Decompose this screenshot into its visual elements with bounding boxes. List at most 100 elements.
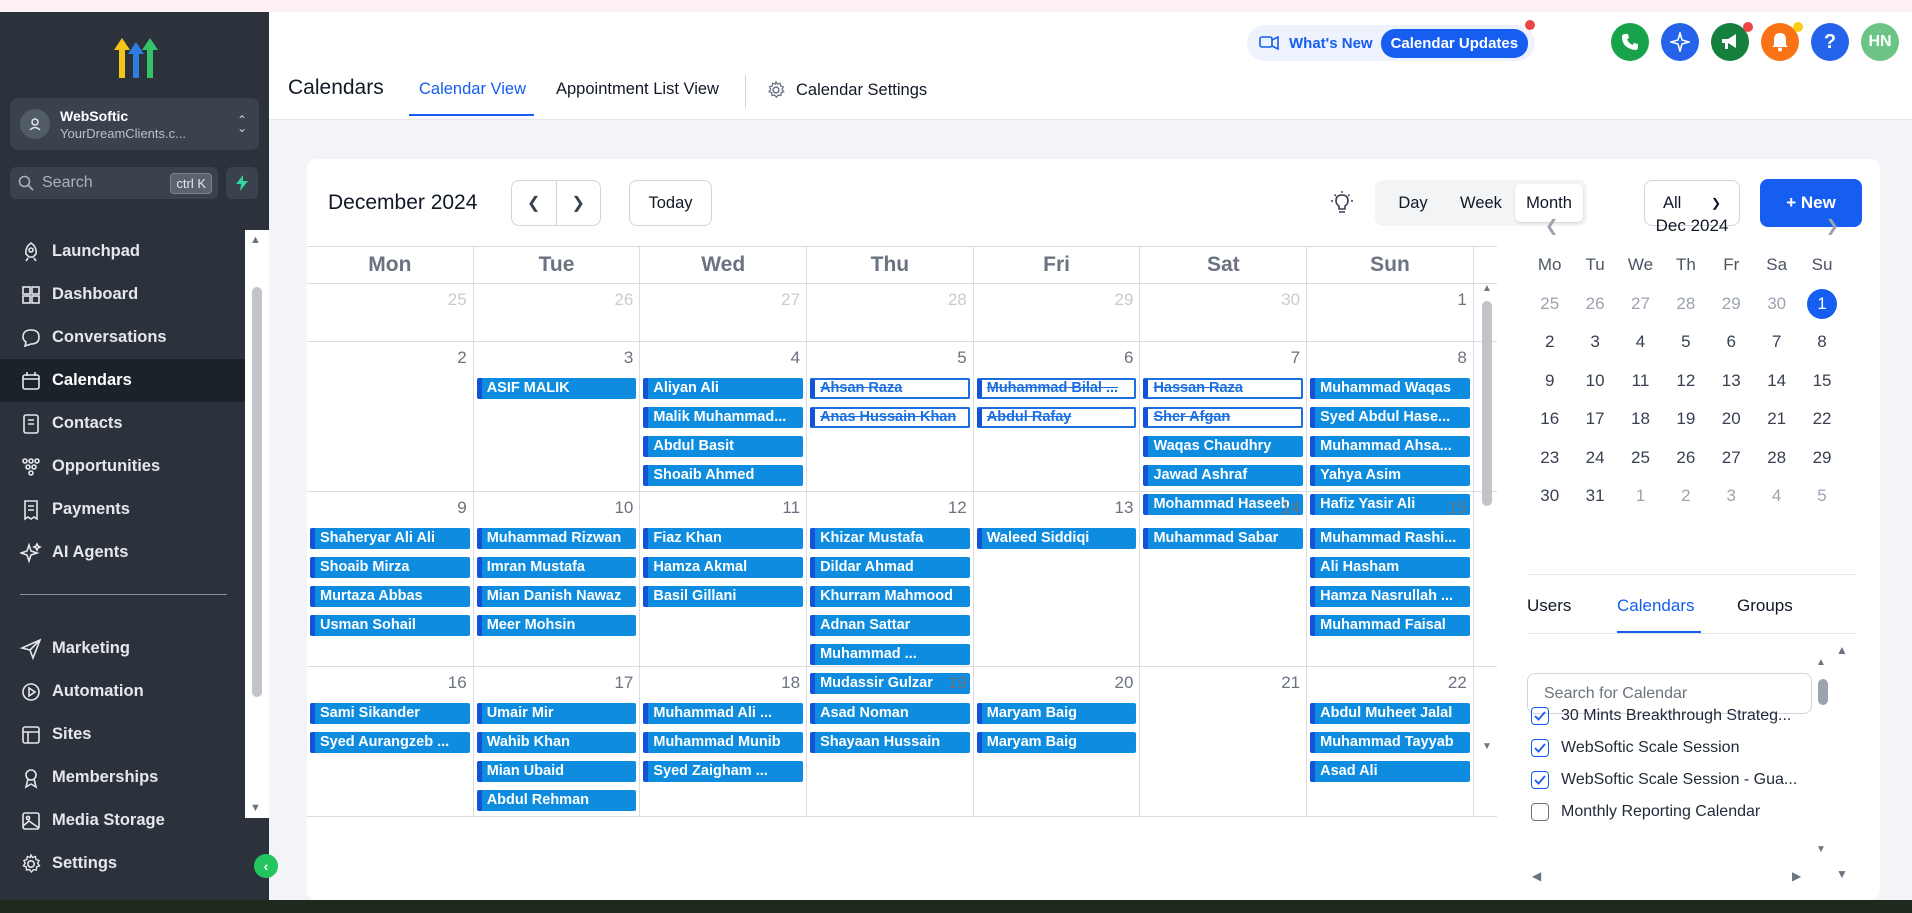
quick-action-button[interactable] bbox=[226, 167, 258, 199]
calendar-filter-item[interactable]: WebSoftic Scale Session - Gua... bbox=[1531, 771, 1797, 789]
view-week-button[interactable]: Week bbox=[1447, 184, 1515, 222]
cancelled-event[interactable]: Muhammad Bilal ... bbox=[976, 378, 1137, 399]
event-chip[interactable]: Adnan Sattar bbox=[810, 615, 970, 636]
event-chip[interactable]: Muhammad ... bbox=[810, 644, 970, 665]
event-chip[interactable]: Khizar Mustafa bbox=[810, 528, 970, 549]
sidebar-item-marketing[interactable]: Marketing bbox=[0, 627, 245, 670]
next-month-button[interactable]: ❯ bbox=[557, 181, 601, 225]
sidebar-item-dashboard[interactable]: Dashboard bbox=[0, 273, 245, 316]
checkbox-checked[interactable] bbox=[1531, 771, 1549, 789]
mini-day[interactable]: 2 bbox=[1663, 486, 1708, 506]
day-cell[interactable]: 16 Sami Sikander Syed Aurangzeb ... bbox=[307, 667, 474, 816]
event-chip[interactable]: Muhammad Rizwan bbox=[476, 528, 637, 549]
mini-day[interactable]: 27 bbox=[1618, 294, 1663, 314]
event-chip[interactable]: Ali Hasham bbox=[1310, 557, 1470, 578]
event-chip[interactable]: Imran Mustafa bbox=[476, 557, 637, 578]
day-cell[interactable]: 17 Umair Mir Wahib Khan Mian Ubaid Abdul Reh… bbox=[474, 667, 641, 816]
event-chip[interactable]: Muhammad Tayyab bbox=[1310, 732, 1470, 753]
sidebar-item-settings[interactable]: Settings bbox=[0, 842, 245, 885]
collapse-sidebar-button[interactable]: ‹ bbox=[254, 854, 278, 878]
mini-day[interactable]: 18 bbox=[1618, 409, 1663, 429]
mini-day[interactable]: 6 bbox=[1709, 332, 1754, 352]
event-chip[interactable]: Asad Noman bbox=[810, 703, 970, 724]
calendar-updates-pill[interactable]: Calendar Updates bbox=[1380, 28, 1529, 58]
mini-day[interactable]: 11 bbox=[1618, 371, 1663, 391]
calendar-filter-item[interactable]: 30 Mints Breakthrough Strateg... bbox=[1531, 707, 1791, 725]
help-button[interactable]: ? bbox=[1811, 23, 1849, 61]
event-chip[interactable]: Maryam Baig bbox=[976, 703, 1137, 724]
event-chip[interactable]: Abdul Muheet Jalal bbox=[1310, 703, 1470, 724]
mini-day[interactable]: 12 bbox=[1663, 371, 1708, 391]
event-chip[interactable]: Asad Ali bbox=[1310, 761, 1470, 782]
event-chip[interactable]: Jawad Ashraf bbox=[1143, 465, 1304, 486]
day-cell[interactable]: 11 Fiaz Khan Hamza Akmal Basil Gillani bbox=[640, 492, 808, 666]
mini-day[interactable]: 29 bbox=[1799, 448, 1844, 468]
event-chip[interactable]: ASIF MALIK bbox=[476, 378, 637, 399]
mini-day[interactable]: 19 bbox=[1663, 409, 1708, 429]
event-chip[interactable]: Malik Muhammad... bbox=[643, 407, 804, 428]
mini-day[interactable]: 9 bbox=[1527, 371, 1572, 391]
tab-users[interactable]: Users bbox=[1527, 596, 1617, 633]
cancelled-event[interactable]: Hassan Raza bbox=[1143, 378, 1304, 399]
event-chip[interactable]: Dildar Ahmad bbox=[810, 557, 970, 578]
day-cell[interactable]: 25 bbox=[307, 284, 474, 341]
avatar[interactable]: HN bbox=[1861, 23, 1899, 61]
day-cell[interactable]: 29 bbox=[974, 284, 1141, 341]
scroll-up-icon[interactable]: ▲ bbox=[1482, 283, 1492, 294]
tab-appointment-list-view[interactable]: Appointment List View bbox=[556, 80, 719, 99]
mini-day[interactable]: 30 bbox=[1754, 294, 1799, 314]
mini-prev-button[interactable]: ❮ bbox=[1545, 216, 1558, 236]
event-chip[interactable]: Usman Sohail bbox=[310, 615, 470, 636]
event-chip[interactable]: Mian Danish Nawaz bbox=[476, 586, 637, 607]
event-chip[interactable]: Waleed Siddiqi bbox=[976, 528, 1137, 549]
sidebar-item-memberships[interactable]: Memberships bbox=[0, 756, 245, 799]
day-cell[interactable]: 30 bbox=[1140, 284, 1308, 341]
tab-calendar-view[interactable]: Calendar View bbox=[419, 80, 526, 99]
event-chip[interactable]: Muhammad Rashi... bbox=[1310, 528, 1470, 549]
cancelled-event[interactable]: Anas Hussain Khan bbox=[810, 407, 970, 428]
event-chip[interactable]: Waqas Chaudhry bbox=[1143, 436, 1304, 457]
mini-day[interactable]: 26 bbox=[1572, 294, 1617, 314]
mini-day[interactable]: 17 bbox=[1572, 409, 1617, 429]
account-switcher[interactable]: WebSoftic YourDreamClients.c... ⌃ ⌄ bbox=[10, 98, 259, 150]
sidebar-item-launchpad[interactable]: Launchpad bbox=[0, 230, 245, 273]
scroll-down-icon[interactable]: ▼ bbox=[1482, 741, 1492, 752]
event-chip[interactable]: Muhammad Munib bbox=[643, 732, 804, 753]
cancelled-event[interactable]: Ahsan Raza bbox=[810, 378, 970, 399]
scroll-left-icon[interactable]: ◀ bbox=[1532, 869, 1541, 883]
event-chip[interactable]: Basil Gillani bbox=[643, 586, 804, 607]
event-chip[interactable]: Murtaza Abbas bbox=[310, 586, 470, 607]
whats-new-banner[interactable]: What's New Calendar Updates bbox=[1247, 25, 1535, 61]
prev-month-button[interactable]: ❮ bbox=[512, 181, 557, 225]
event-chip[interactable]: Syed Aurangzeb ... bbox=[310, 732, 470, 753]
mini-day[interactable]: 31 bbox=[1572, 486, 1617, 506]
day-cell[interactable]: 7 Hassan Raza Sher Afgan Waqas Chaudhry Jawa… bbox=[1140, 342, 1308, 515]
day-cell[interactable]: 26 bbox=[474, 284, 641, 341]
tab-groups[interactable]: Groups bbox=[1737, 596, 1817, 633]
checkbox-checked[interactable] bbox=[1531, 739, 1549, 757]
mini-day[interactable]: 28 bbox=[1663, 294, 1708, 314]
event-chip[interactable]: Shaheryar Ali Ali bbox=[310, 528, 470, 549]
day-cell[interactable]: 15 Muhammad Rashi... Ali Hasham Hamza Nasru… bbox=[1307, 492, 1474, 666]
today-button[interactable]: Today bbox=[629, 180, 712, 226]
event-chip[interactable]: Shoaib Mirza bbox=[310, 557, 470, 578]
day-cell[interactable]: 5 Ahsan Raza Anas Hussain Khan bbox=[807, 342, 974, 491]
day-cell[interactable]: 20 Maryam Baig Maryam Baig bbox=[974, 667, 1141, 816]
day-cell[interactable]: 27 bbox=[640, 284, 808, 341]
mini-day[interactable]: 7 bbox=[1754, 332, 1799, 352]
mini-day[interactable]: 10 bbox=[1572, 371, 1617, 391]
event-chip[interactable]: Sami Sikander bbox=[310, 703, 470, 724]
mini-day[interactable]: 26 bbox=[1663, 448, 1708, 468]
event-chip[interactable]: Muhammad Waqas bbox=[1310, 378, 1470, 399]
day-cell[interactable]: 19 Asad Noman Shayaan Hussain bbox=[807, 667, 974, 816]
event-chip[interactable]: Meer Mohsin bbox=[476, 615, 637, 636]
sidebar-item-contacts[interactable]: Contacts bbox=[0, 402, 245, 445]
event-chip[interactable]: Syed Abdul Hase... bbox=[1310, 407, 1470, 428]
phone-button[interactable] bbox=[1611, 23, 1649, 61]
mini-day[interactable]: 27 bbox=[1709, 448, 1754, 468]
grid-scroll-thumb[interactable] bbox=[1482, 301, 1492, 506]
lightbulb-icon[interactable] bbox=[1331, 191, 1353, 215]
event-chip[interactable]: Abdul Basit bbox=[643, 436, 804, 457]
event-chip[interactable]: Hamza Nasrullah ... bbox=[1310, 586, 1470, 607]
event-chip[interactable]: Hamza Akmal bbox=[643, 557, 804, 578]
